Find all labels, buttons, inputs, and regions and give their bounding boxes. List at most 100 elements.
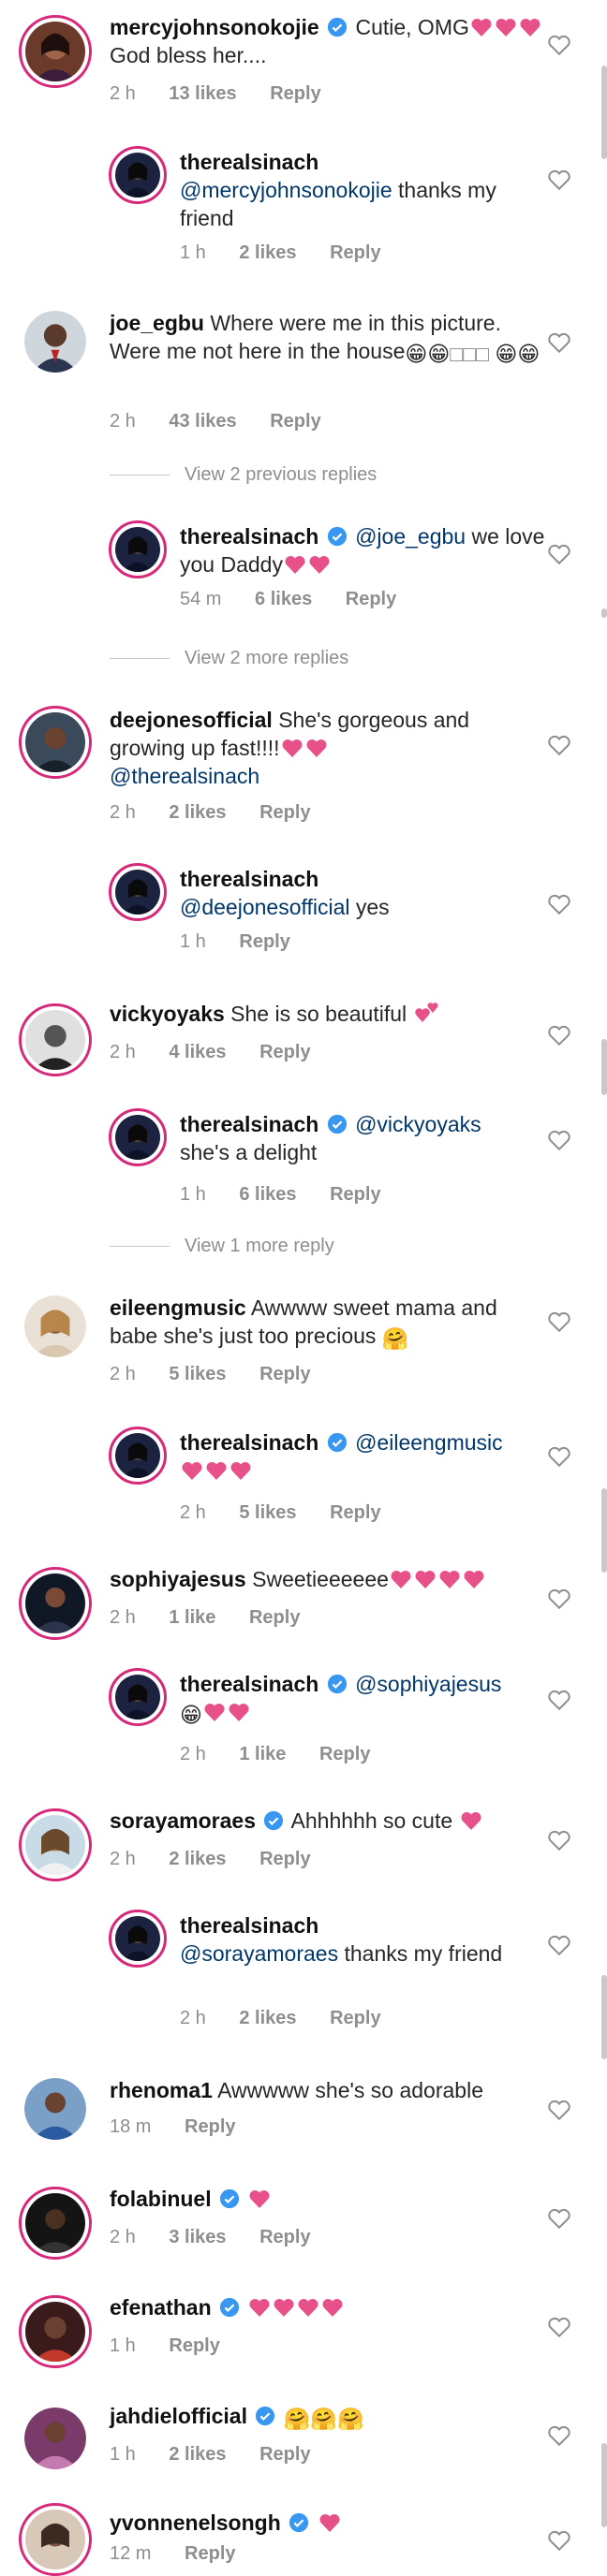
mention-link[interactable]: @mercyjohnsonokojie <box>180 178 392 202</box>
like-heart-icon[interactable] <box>547 2207 571 2230</box>
reply-button[interactable]: Reply <box>330 1184 380 1205</box>
username[interactable]: joe_egbu <box>110 311 204 335</box>
avatar[interactable] <box>24 311 86 373</box>
username[interactable]: therealsinach <box>180 867 318 891</box>
reply-button[interactable]: Reply <box>330 242 380 263</box>
scrollbar-thumb[interactable] <box>601 66 607 159</box>
username[interactable]: rhenoma1 <box>110 2078 213 2102</box>
mention-link[interactable]: @sorayamoraes <box>180 1941 338 1966</box>
username[interactable]: deejonesofficial <box>110 708 273 732</box>
avatar[interactable] <box>19 1003 92 1076</box>
reply-button[interactable]: Reply <box>270 83 320 104</box>
username[interactable]: therealsinach <box>180 1430 318 1455</box>
mention-link[interactable]: @sophiyajesus <box>355 1672 501 1696</box>
avatar[interactable] <box>19 706 92 779</box>
likes-count[interactable]: 2 likes <box>239 2008 296 2028</box>
like-heart-icon[interactable] <box>547 543 571 565</box>
username[interactable]: yvonnenelsongh <box>110 2510 281 2535</box>
username[interactable]: vickyoyaks <box>110 1002 225 1026</box>
reply-button[interactable]: Reply <box>330 2008 380 2028</box>
avatar[interactable] <box>109 863 167 921</box>
scrollbar-thumb[interactable] <box>601 2443 607 2527</box>
avatar[interactable] <box>19 2503 92 2576</box>
likes-count[interactable]: 2 likes <box>169 1849 226 1869</box>
like-heart-icon[interactable] <box>547 34 571 56</box>
avatar[interactable] <box>24 2078 86 2140</box>
like-heart-icon[interactable] <box>547 1129 571 1151</box>
likes-count[interactable]: 6 likes <box>239 1184 296 1205</box>
likes-count[interactable]: 2 likes <box>239 242 296 263</box>
view-previous-replies-link[interactable]: View 2 previous replies <box>110 464 377 486</box>
like-heart-icon[interactable] <box>547 1689 571 1711</box>
reply-button[interactable]: Reply <box>319 1744 370 1764</box>
reply-button[interactable]: Reply <box>249 1607 300 1628</box>
reply-button[interactable]: Reply <box>346 589 396 609</box>
like-heart-icon[interactable] <box>547 1588 571 1610</box>
reply-button[interactable]: Reply <box>259 1042 310 1062</box>
reply-button[interactable]: Reply <box>185 2116 235 2137</box>
username[interactable]: therealsinach <box>180 150 318 174</box>
mention-link[interactable]: @therealsinach <box>110 764 259 788</box>
username[interactable]: jahdielofficial <box>110 2404 247 2428</box>
like-heart-icon[interactable] <box>547 168 571 191</box>
like-heart-icon[interactable] <box>547 2424 571 2447</box>
reply-button[interactable]: Reply <box>330 1502 380 1523</box>
avatar[interactable] <box>19 1567 92 1640</box>
avatar[interactable] <box>19 2295 92 2368</box>
username[interactable]: therealsinach <box>180 1112 318 1136</box>
scrollbar-thumb[interactable] <box>601 608 607 618</box>
likes-count[interactable]: 1 like <box>239 1744 286 1764</box>
likes-count[interactable]: 4 likes <box>169 1042 226 1062</box>
likes-count[interactable]: 2 likes <box>169 2444 226 2465</box>
reply-button[interactable]: Reply <box>270 411 320 432</box>
likes-count[interactable]: 6 likes <box>255 589 312 609</box>
like-heart-icon[interactable] <box>547 734 571 756</box>
avatar[interactable] <box>109 1108 167 1166</box>
reply-button[interactable]: Reply <box>185 2543 235 2564</box>
reply-button[interactable]: Reply <box>259 1364 310 1384</box>
username[interactable]: efenathan <box>110 2295 212 2320</box>
like-heart-icon[interactable] <box>547 2099 571 2121</box>
like-heart-icon[interactable] <box>547 2529 571 2552</box>
likes-count[interactable]: 5 likes <box>169 1364 226 1384</box>
avatar[interactable] <box>109 146 167 204</box>
username[interactable]: eileengmusic <box>110 1295 246 1320</box>
scrollbar-thumb[interactable] <box>601 1039 607 1095</box>
like-heart-icon[interactable] <box>547 1024 571 1046</box>
reply-button[interactable]: Reply <box>259 802 310 823</box>
mention-link[interactable]: @joe_egbu <box>355 524 466 549</box>
avatar[interactable] <box>109 1668 167 1726</box>
likes-count[interactable]: 43 likes <box>169 411 236 432</box>
avatar[interactable] <box>109 1427 167 1485</box>
username[interactable]: sophiyajesus <box>110 1567 246 1591</box>
scrollbar-thumb[interactable] <box>601 1975 607 2059</box>
avatar[interactable] <box>19 2187 92 2260</box>
like-heart-icon[interactable] <box>547 1934 571 1956</box>
view-more-replies-link[interactable]: View 1 more reply <box>110 1236 334 1257</box>
reply-button[interactable]: Reply <box>239 931 289 952</box>
mention-link[interactable]: @eileengmusic <box>355 1430 503 1455</box>
username[interactable]: mercyjohnsonokojie <box>110 15 319 39</box>
like-heart-icon[interactable] <box>547 331 571 354</box>
view-more-replies-link[interactable]: View 2 more replies <box>110 648 348 669</box>
reply-button[interactable]: Reply <box>259 1849 310 1869</box>
like-heart-icon[interactable] <box>547 1310 571 1333</box>
likes-count[interactable]: 3 likes <box>169 2227 226 2247</box>
mention-link[interactable]: @deejonesofficial <box>180 895 349 919</box>
username[interactable]: therealsinach <box>180 1913 318 1938</box>
username[interactable]: therealsinach <box>180 524 318 549</box>
avatar[interactable] <box>24 2408 86 2469</box>
avatar[interactable] <box>19 15 92 88</box>
mention-link[interactable]: @vickyoyaks <box>355 1112 481 1136</box>
likes-count[interactable]: 1 like <box>169 1607 215 1628</box>
username[interactable]: folabinuel <box>110 2187 212 2211</box>
likes-count[interactable]: 5 likes <box>239 1502 296 1523</box>
like-heart-icon[interactable] <box>547 1445 571 1468</box>
like-heart-icon[interactable] <box>547 893 571 915</box>
likes-count[interactable]: 13 likes <box>169 83 236 104</box>
avatar[interactable] <box>109 520 167 578</box>
reply-button[interactable]: Reply <box>259 2444 310 2465</box>
scrollbar-thumb[interactable] <box>601 1488 607 1573</box>
username[interactable]: sorayamoraes <box>110 1808 256 1833</box>
like-heart-icon[interactable] <box>547 1829 571 1852</box>
